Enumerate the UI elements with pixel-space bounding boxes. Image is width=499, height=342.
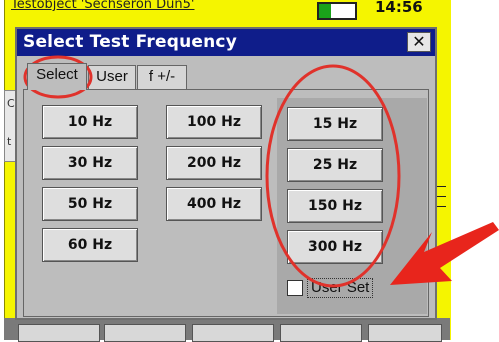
clock-time: 14:56: [375, 0, 423, 16]
freq-150hz-button[interactable]: 150 Hz: [287, 189, 383, 223]
dialog-titlebar: Select Test Frequency ✕: [17, 29, 435, 56]
close-button[interactable]: ✕: [407, 32, 431, 52]
tab-f-plus-minus[interactable]: f +/-: [137, 65, 187, 89]
background-title: Testobject 'Sechseron Dun5': [11, 0, 195, 12]
freq-25hz-button[interactable]: 25 Hz: [287, 148, 383, 182]
dialog-title: Select Test Frequency: [23, 32, 237, 52]
background-letter: C: [7, 97, 15, 110]
user-set-label[interactable]: User Set: [307, 278, 374, 298]
user-frequency-group: 15 Hz 25 Hz 150 Hz 300 Hz User Set: [277, 98, 427, 314]
background-letter: t: [7, 135, 12, 148]
background-bottom-bar: [4, 318, 450, 342]
select-tab-panel: 10 Hz 30 Hz 50 Hz 60 Hz 100 Hz 200 Hz 40…: [23, 89, 429, 317]
freq-10hz-button[interactable]: 10 Hz: [42, 105, 138, 139]
freq-200hz-button[interactable]: 200 Hz: [166, 146, 262, 180]
freq-50hz-button[interactable]: 50 Hz: [42, 187, 138, 221]
tab-user[interactable]: User: [88, 65, 136, 89]
close-icon: ✕: [412, 32, 426, 51]
freq-60hz-button[interactable]: 60 Hz: [42, 228, 138, 262]
battery-icon: [317, 2, 357, 20]
background-tick: [436, 186, 446, 187]
freq-15hz-button[interactable]: 15 Hz: [287, 107, 383, 141]
freq-400hz-button[interactable]: 400 Hz: [166, 187, 262, 221]
tab-select[interactable]: Select: [27, 63, 87, 90]
freq-100hz-button[interactable]: 100 Hz: [166, 105, 262, 139]
freq-300hz-button[interactable]: 300 Hz: [287, 230, 383, 264]
background-tick: [436, 196, 446, 197]
select-test-frequency-dialog: Select Test Frequency ✕ Select User f +/…: [15, 27, 437, 320]
user-set-checkbox[interactable]: [287, 280, 303, 296]
background-tick: [436, 206, 446, 207]
freq-30hz-button[interactable]: 30 Hz: [42, 146, 138, 180]
